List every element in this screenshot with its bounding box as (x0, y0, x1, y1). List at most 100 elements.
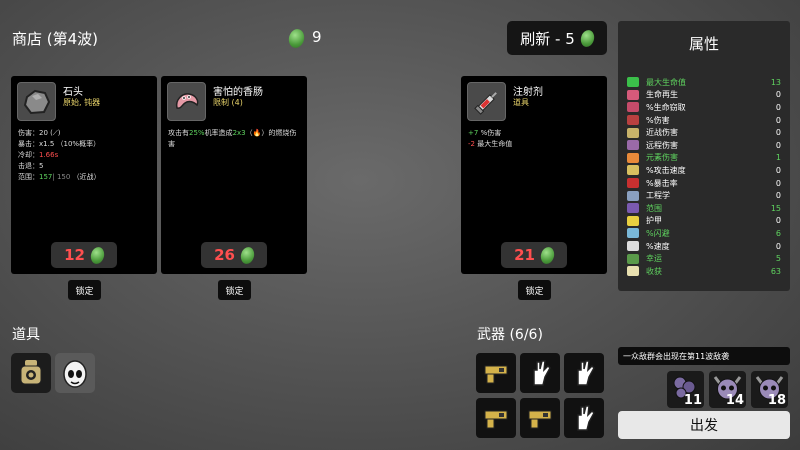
price-value: 12 (64, 246, 85, 264)
wave-banner: 一众敌群会出现在第11波敌袭 (618, 347, 790, 365)
price-tag[interactable]: 26 (201, 242, 267, 268)
reroll-button[interactable]: 刷新 - 5 (507, 21, 607, 55)
weapon-slot[interactable] (476, 398, 516, 438)
price-tag[interactable]: 12 (51, 242, 117, 268)
stat-row: 生命再生 0 (627, 89, 781, 102)
alien-egg-icon (63, 360, 87, 388)
taser-gun-icon (484, 410, 508, 429)
stat-value: 13 (770, 77, 781, 87)
stat-value: 5 (775, 254, 781, 264)
go-button[interactable]: 出发 (618, 411, 790, 439)
stat-icon (627, 241, 639, 252)
card-subtitle: 限制 (4) (213, 98, 243, 107)
stat-label: %攻击速度 (646, 165, 686, 175)
enemy-preview: 11 (667, 371, 704, 408)
stat-value: 0 (775, 140, 781, 150)
stat-icon (627, 253, 639, 264)
stat-row: 远程伤害 0 (627, 139, 781, 152)
stat-value: 0 (775, 128, 781, 138)
stat-label: %生命窃取 (646, 102, 686, 112)
stat-label: %闪避 (646, 228, 670, 238)
owned-item-slot[interactable] (11, 353, 51, 393)
stat-icon (627, 165, 639, 176)
shop-card-rock[interactable]: 石头 原始, 钝器 伤害：20 (⟋) 暴击：x1.5 （10%概率） 冷却：1… (11, 76, 157, 274)
stat-icon (627, 102, 639, 113)
stat-cooldown: 冷却：1.66s (18, 151, 59, 159)
enemy-count: 14 (725, 393, 744, 408)
stats-panel: 属性 最大生命值 13 生命再生 0 %生命窃取 0 %伤害 0 近战伤害 0 远程伤害 0 元素伤害 1… (618, 21, 790, 291)
weapon-slot[interactable] (564, 353, 604, 393)
stat-value: 0 (775, 115, 781, 125)
stat-icon (627, 178, 639, 189)
card-name: 注射剂 (513, 87, 543, 98)
enemy-preview: 14 (709, 371, 746, 408)
weapon-stats: 伤害：20 (⟋) 暴击：x1.5 （10%概率） 冷却：1.66s 击退：5 … (18, 128, 101, 183)
stat-label: 幸运 (646, 254, 662, 264)
stat-row: %攻击速度 0 (627, 164, 781, 177)
stat-label: 工程学 (646, 191, 670, 201)
stat-value: 0 (775, 90, 781, 100)
stat-value: 0 (775, 102, 781, 112)
material-icon (578, 28, 596, 48)
stat-row: 工程学 0 (627, 189, 781, 202)
hand-icon (533, 360, 551, 386)
stat-row: 最大生命值 13 (627, 76, 781, 89)
price-value: 21 (514, 246, 535, 264)
stat-label: 收获 (646, 266, 662, 276)
lock-button[interactable]: 锁定 (68, 280, 101, 300)
hand-icon (577, 360, 595, 386)
stat-row: 元素伤害 1 (627, 152, 781, 165)
robot-backpack-icon (20, 360, 42, 385)
stat-crit: 暴击：x1.5 （10%概率） (18, 140, 101, 148)
stats-title: 属性 (688, 35, 719, 53)
stat-label: %伤害 (646, 115, 670, 125)
sausage-icon (167, 82, 206, 121)
stat-label: %暴击率 (646, 178, 678, 188)
enemy-preview: 18 (751, 371, 788, 408)
taser-gun-icon (484, 365, 508, 384)
shop-card-syringe[interactable]: 注射剂 道具 +7 %伤害 -2 最大生命值 21 (461, 76, 607, 274)
material-icon (538, 245, 556, 265)
effect-damage: +7 %伤害 (468, 129, 502, 137)
weapon-slot[interactable] (520, 353, 560, 393)
stat-value: 1 (775, 153, 781, 163)
stats-list: 最大生命值 13 生命再生 0 %生命窃取 0 %伤害 0 近战伤害 0 远程伤害 0 元素伤害 1 %攻击… (627, 76, 781, 278)
stat-row: 收获 63 (627, 265, 781, 278)
stat-label: 最大生命值 (646, 77, 686, 87)
enemy-count: 11 (683, 393, 702, 408)
material-icon (286, 27, 307, 50)
stat-label: 远程伤害 (646, 140, 678, 150)
owned-item-slot[interactable] (55, 353, 95, 393)
price-value: 26 (214, 246, 235, 264)
stat-label: 近战伤害 (646, 128, 678, 138)
card-subtitle: 原始, 钝器 (63, 98, 101, 107)
lock-button[interactable]: 锁定 (218, 280, 251, 300)
weapon-slot[interactable] (564, 398, 604, 438)
weapon-slot[interactable] (520, 398, 560, 438)
stat-value: 0 (775, 216, 781, 226)
stat-damage: 伤害：20 (⟋) (18, 129, 61, 137)
stat-label: 元素伤害 (646, 153, 678, 163)
stat-value: 15 (770, 203, 781, 213)
stat-knockback: 击退：5 (18, 162, 44, 170)
stat-row: %闪避 6 (627, 227, 781, 240)
stat-icon (627, 190, 639, 201)
stat-value: 0 (775, 241, 781, 251)
syringe-icon (467, 82, 506, 121)
taser-gun-icon (528, 410, 552, 429)
stat-icon (627, 266, 639, 277)
stat-icon (627, 152, 639, 163)
reroll-label: 刷新 - 5 (520, 29, 575, 48)
price-tag[interactable]: 21 (501, 242, 567, 268)
weapon-slot[interactable] (476, 353, 516, 393)
lock-button[interactable]: 锁定 (518, 280, 551, 300)
stat-row: 幸运 5 (627, 252, 781, 265)
hand-icon (577, 405, 595, 431)
enemy-count: 18 (767, 393, 786, 408)
stat-icon (627, 203, 639, 214)
shop-card-sausage[interactable]: 害怕的香肠 限制 (4) 攻击有25%机率造成2x3（🔥）的燃烧伤害 26 (161, 76, 307, 274)
material-icon (238, 245, 256, 265)
stat-icon (627, 215, 639, 226)
stat-label: 护甲 (646, 216, 662, 226)
card-name: 石头 (63, 87, 83, 98)
